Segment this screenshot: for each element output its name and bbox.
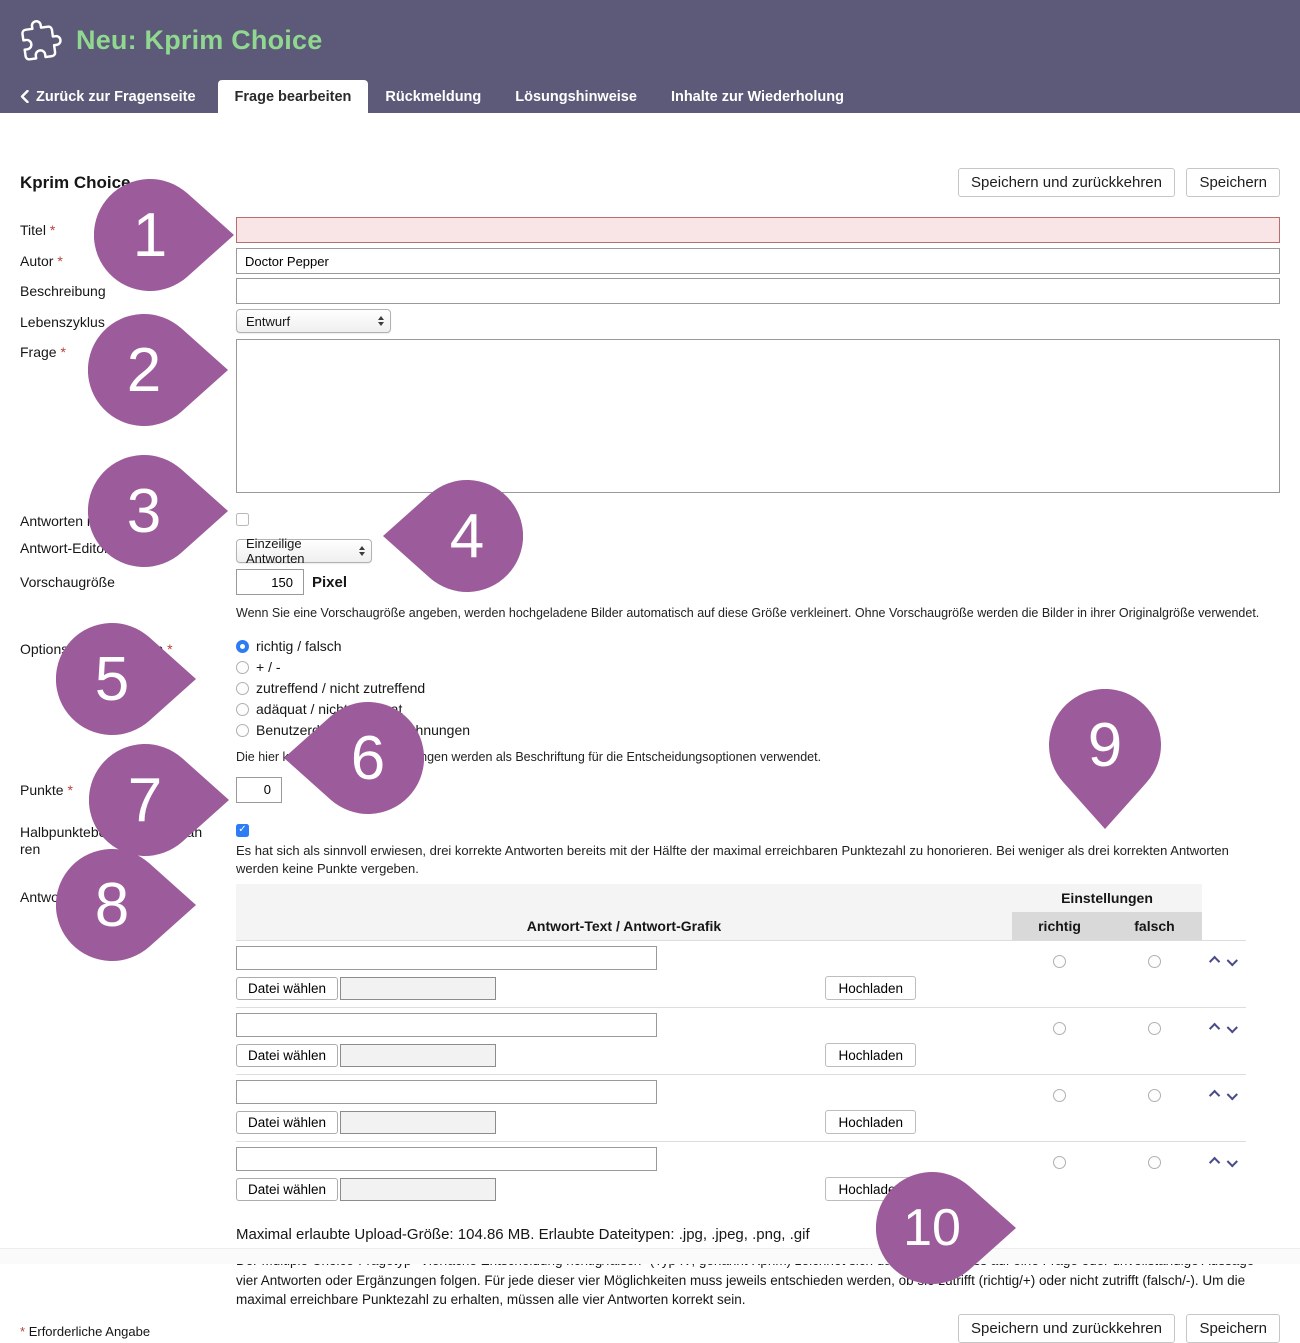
punkte-label: Punkte *: [20, 777, 204, 800]
vorschaugroesse-input[interactable]: [236, 569, 304, 595]
halbpunkte-help: Es hat sich als sinnvoll erwiesen, drei …: [236, 842, 1240, 877]
save-button-top[interactable]: Speichern: [1186, 168, 1280, 197]
option-radio-adaequat[interactable]: [236, 703, 249, 716]
file-name-box: [340, 977, 496, 1000]
form-section-title: Kprim Choice: [20, 173, 131, 197]
answer-falsch-radio[interactable]: [1148, 1022, 1161, 1035]
answer-text-input[interactable]: [236, 946, 657, 970]
settings-header: Einstellungen: [1012, 884, 1202, 912]
select-stepper-icon: [378, 316, 384, 326]
save-and-return-button-bottom[interactable]: Speichern und zurückkehren: [958, 1314, 1175, 1343]
upload-size-note: Maximal erlaubte Upload-Größe: 104.86 MB…: [236, 1226, 1280, 1243]
tab-bar: Zurück zur Fragenseite Frage bearbeiten …: [0, 80, 1300, 113]
move-up-icon[interactable]: [1208, 956, 1219, 967]
frage-textarea[interactable]: [236, 339, 1280, 493]
answer-falsch-radio[interactable]: [1148, 1156, 1161, 1169]
autor-input[interactable]: [236, 248, 1280, 274]
richtig-column-header: richtig: [1012, 912, 1107, 940]
frage-label: Frage *: [20, 339, 204, 362]
falsch-column-header: falsch: [1107, 912, 1202, 940]
punkte-input[interactable]: [236, 777, 282, 803]
beschreibung-label: Beschreibung: [20, 278, 204, 301]
vorschaugroesse-label: Vorschaugröße: [20, 569, 204, 592]
answer-falsch-radio[interactable]: [1148, 955, 1161, 968]
upload-button[interactable]: Hochladen: [825, 1110, 916, 1134]
option-radio-benutzerdefiniert[interactable]: [236, 724, 249, 737]
tab-frage-bearbeiten[interactable]: Frage bearbeiten: [218, 80, 369, 113]
tab-rueckmeldung[interactable]: Rückmeldung: [368, 80, 498, 113]
back-to-question-page-link[interactable]: Zurück zur Fragenseite: [20, 80, 210, 113]
answers-table: Einstellungen Antwort-Text / Antwort-Gra…: [236, 884, 1246, 1208]
move-down-icon[interactable]: [1226, 955, 1237, 966]
titel-label: Titel *: [20, 217, 204, 240]
antwort-editor-select[interactable]: Einzeilige Antworten: [236, 539, 372, 563]
answer-richtig-radio[interactable]: [1053, 955, 1066, 968]
required-field-note: * Erforderliche Angabe: [20, 1324, 150, 1339]
answer-richtig-radio[interactable]: [1053, 1156, 1066, 1169]
autor-label: Autor *: [20, 248, 204, 271]
lebenszyklus-label: Lebenszyklus: [20, 309, 204, 332]
halbpunkte-checkbox[interactable]: ✓: [236, 824, 249, 837]
answer-text-input[interactable]: [236, 1147, 657, 1171]
answer-text-column-header: Antwort-Text / Antwort-Grafik: [236, 912, 1012, 940]
antworten-label: Antworten *: [20, 884, 204, 907]
file-name-box: [340, 1044, 496, 1067]
file-select-button[interactable]: Datei wählen: [236, 1111, 338, 1134]
move-down-icon[interactable]: [1226, 1022, 1237, 1033]
vorschaugroesse-help: Wenn Sie eine Vorschaugröße angeben, wer…: [236, 605, 1280, 622]
select-stepper-icon: [359, 546, 365, 556]
file-select-button[interactable]: Datei wählen: [236, 977, 338, 1000]
puzzle-piece-icon: [17, 16, 64, 63]
optionsbezeichnungen-help: Die hier konfigurierten Bezeichnungen we…: [236, 749, 1280, 766]
tab-inhalte-zur-wiederholung[interactable]: Inhalte zur Wiederholung: [654, 80, 861, 113]
file-select-button[interactable]: Datei wählen: [236, 1178, 338, 1201]
answer-text-input[interactable]: [236, 1080, 657, 1104]
app-header: Neu: Kprim Choice: [0, 0, 1300, 80]
move-up-icon[interactable]: [1208, 1090, 1219, 1101]
answer-row: Datei wählen Hochladen: [236, 1007, 1246, 1074]
bottom-action-buttons: Speichern und zurückkehren Speichern: [958, 1314, 1280, 1343]
top-action-buttons: Speichern und zurückkehren Speichern: [958, 168, 1280, 197]
upload-button[interactable]: Hochladen: [825, 1177, 916, 1201]
move-up-icon[interactable]: [1208, 1023, 1219, 1034]
halbpunkte-label: Halbpunktebewertungsverfahren: [20, 819, 204, 859]
file-name-box: [340, 1178, 496, 1201]
antwort-editor-label: Antwort-Editor: [20, 535, 204, 558]
option-radio-plus-minus[interactable]: [236, 661, 249, 674]
file-name-box: [340, 1111, 496, 1134]
answer-row: Datei wählen Hochladen: [236, 1141, 1246, 1208]
answer-row: Datei wählen Hochladen: [236, 940, 1246, 1007]
option-radio-richtig-falsch[interactable]: [236, 640, 249, 653]
answer-falsch-radio[interactable]: [1148, 1089, 1161, 1102]
answer-richtig-radio[interactable]: [1053, 1022, 1066, 1035]
footer-band: [0, 1248, 1300, 1264]
chevron-left-icon: [20, 90, 29, 103]
move-up-icon[interactable]: [1208, 1157, 1219, 1168]
answer-row: Datei wählen Hochladen: [236, 1074, 1246, 1141]
upload-button[interactable]: Hochladen: [825, 1043, 916, 1067]
file-select-button[interactable]: Datei wählen: [236, 1044, 338, 1067]
save-and-return-button-top[interactable]: Speichern und zurückkehren: [958, 168, 1175, 197]
upload-button[interactable]: Hochladen: [825, 976, 916, 1000]
vorschaugroesse-unit: Pixel: [312, 574, 347, 591]
page-title: Neu: Kprim Choice: [76, 25, 322, 56]
move-down-icon[interactable]: [1226, 1156, 1237, 1167]
beschreibung-input[interactable]: [236, 278, 1280, 304]
save-button-bottom[interactable]: Speichern: [1186, 1314, 1280, 1343]
antworten-mischen-label: Antworten mischen: [20, 508, 204, 531]
answer-richtig-radio[interactable]: [1053, 1089, 1066, 1102]
answer-text-input[interactable]: [236, 1013, 657, 1037]
optionsbezeichnungen-label: Optionsbezeichnungen *: [20, 636, 204, 659]
titel-input[interactable]: [236, 217, 1280, 243]
antworten-mischen-checkbox[interactable]: [236, 513, 249, 526]
lebenszyklus-select[interactable]: Entwurf: [236, 309, 391, 333]
move-down-icon[interactable]: [1226, 1089, 1237, 1100]
option-radio-zutreffend[interactable]: [236, 682, 249, 695]
tab-loesungshinweise[interactable]: Lösungshinweise: [498, 80, 654, 113]
